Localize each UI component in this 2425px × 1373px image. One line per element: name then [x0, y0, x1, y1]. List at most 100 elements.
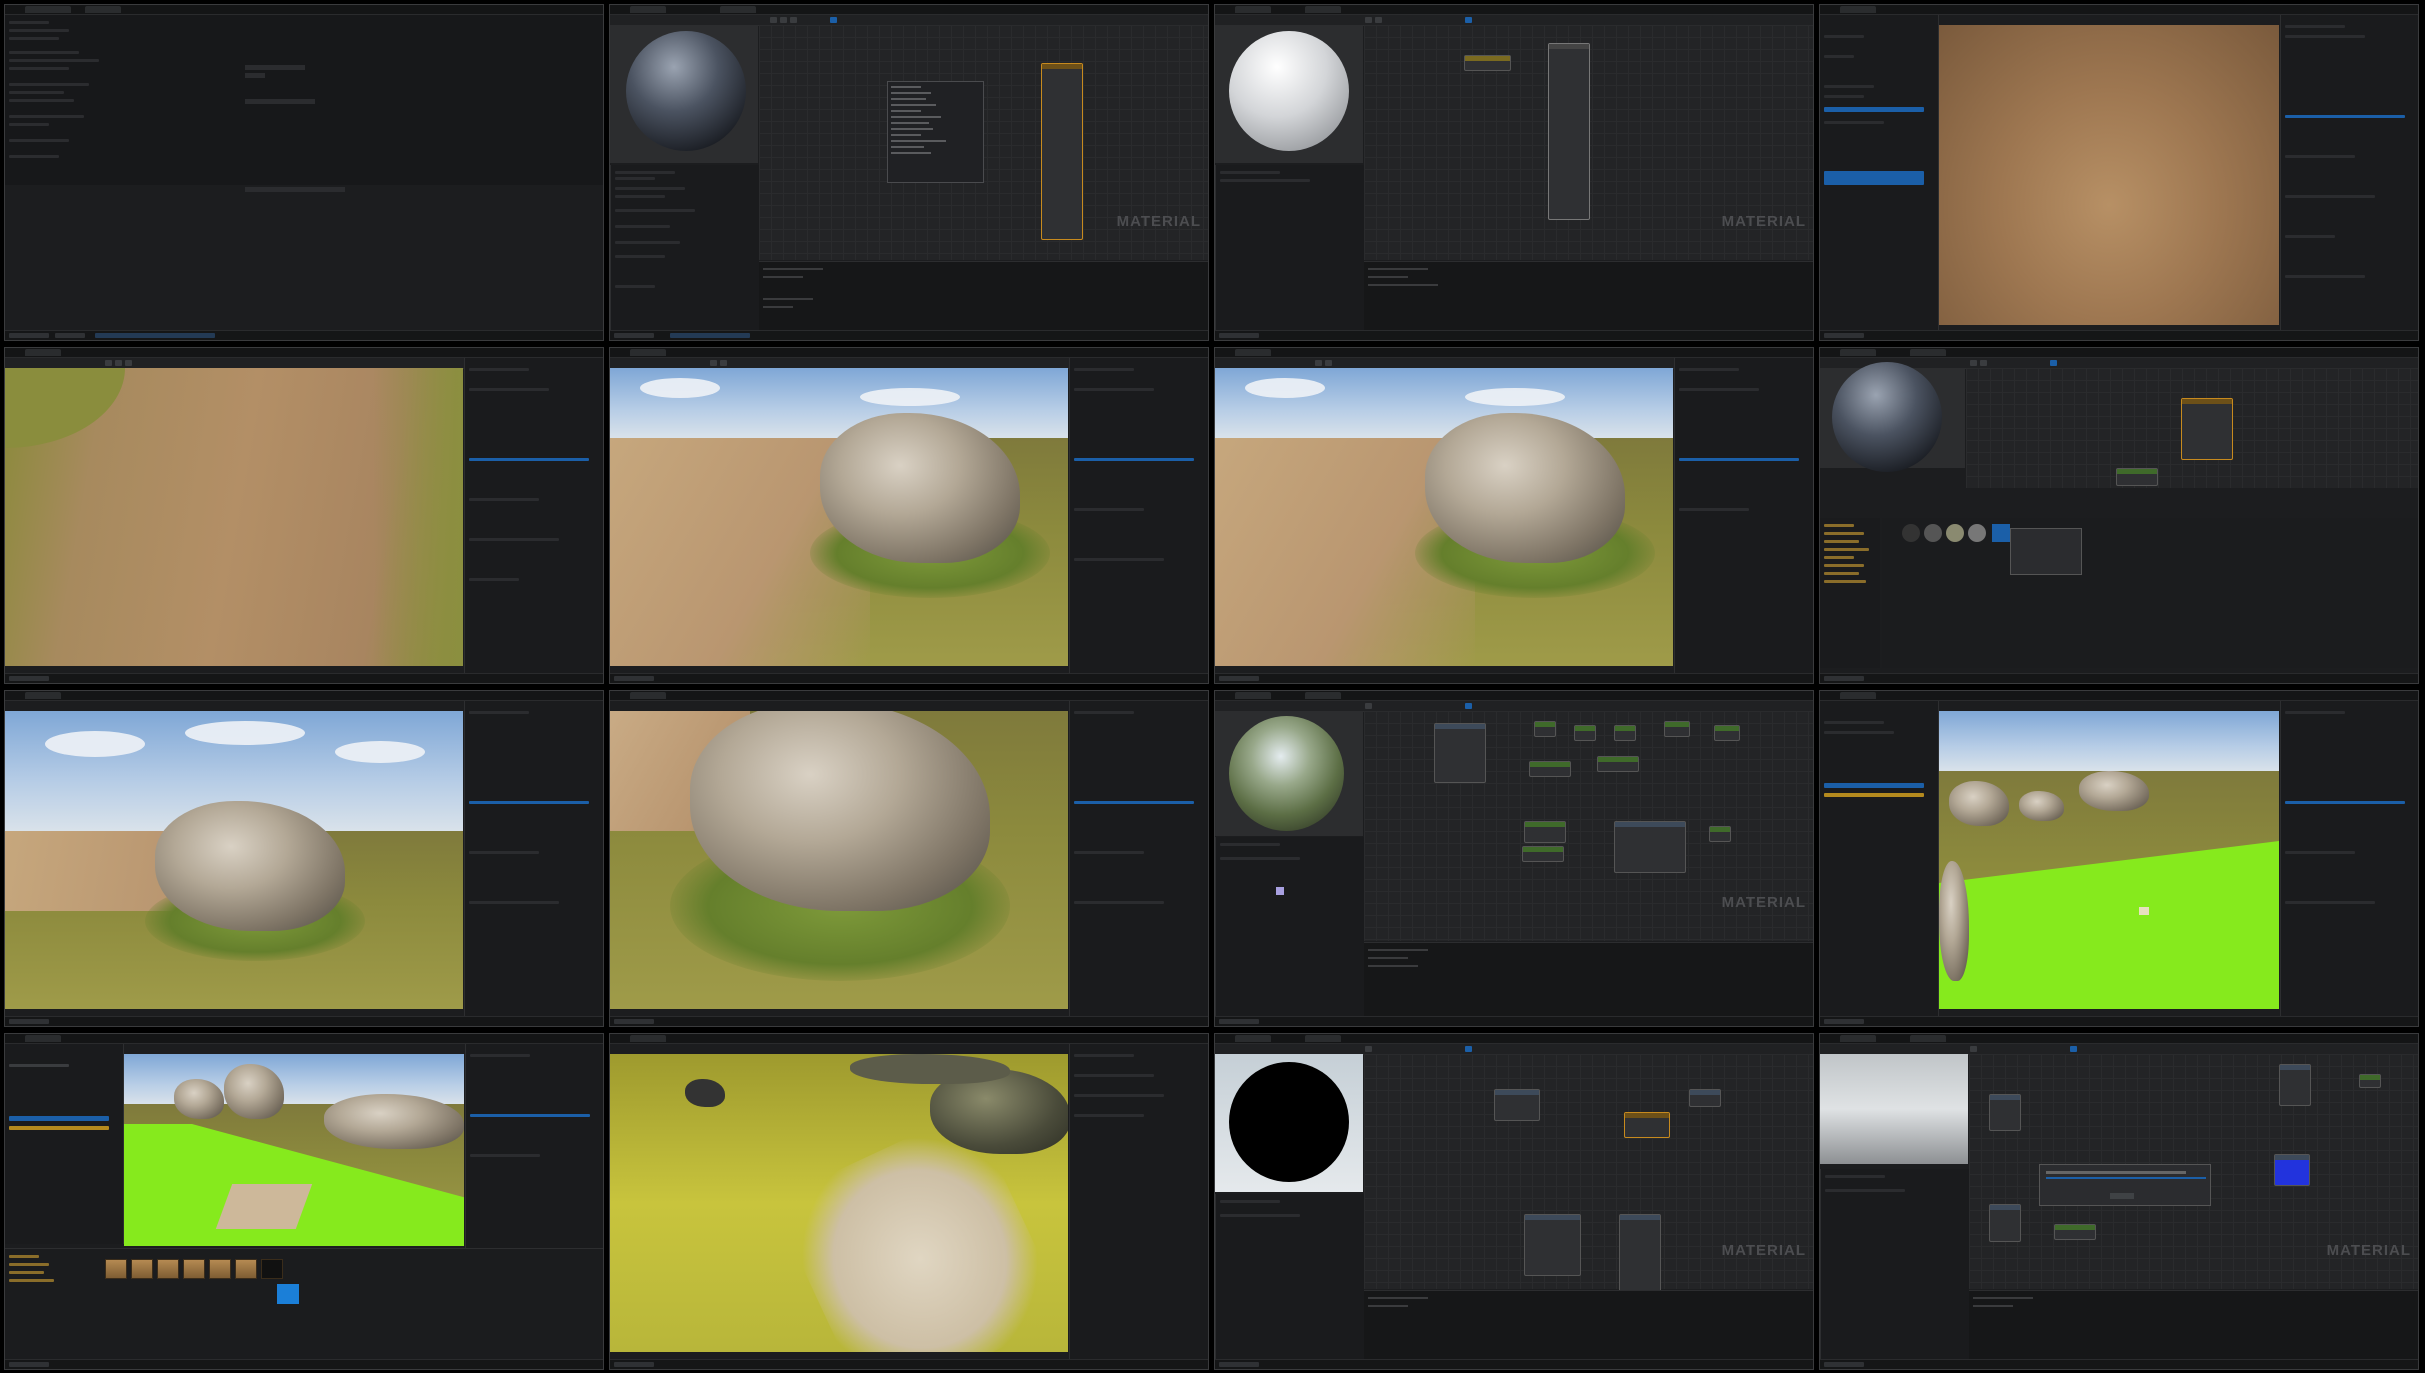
tile-material-editor: MATERIAL [1214, 1033, 1814, 1370]
material-graph[interactable]: MATERIAL [759, 25, 1208, 260]
settings-row [9, 155, 59, 158]
title-bar [1820, 1034, 2418, 1044]
material-graph[interactable]: MATERIAL [1364, 25, 1813, 260]
material-result-node[interactable] [1548, 43, 1590, 220]
selected-row[interactable] [2285, 115, 2405, 118]
selected-asset[interactable] [1992, 524, 2010, 542]
material-graph[interactable] [1966, 368, 2418, 488]
color-swatch[interactable] [1276, 887, 1284, 895]
tile-landscape-paint [4, 1033, 604, 1370]
settings-row [9, 139, 69, 142]
content-browser[interactable] [5, 1248, 603, 1361]
title-bar [610, 691, 1208, 701]
details-panel [1215, 837, 1364, 1017]
status-bar [1820, 1359, 2418, 1369]
parameter-node[interactable] [1494, 1089, 1540, 1121]
status-bar [1215, 1016, 1813, 1026]
stats-panel [1364, 1290, 1813, 1361]
function-node[interactable] [1524, 1214, 1581, 1276]
status-bar [610, 330, 1208, 340]
tab-level[interactable] [1235, 6, 1271, 13]
level-viewport[interactable] [5, 368, 463, 666]
tab-preferences[interactable] [25, 6, 71, 13]
preview-sphere [1229, 1062, 1349, 1182]
material-preview-viewport[interactable] [1820, 1054, 1968, 1164]
status-bar [610, 673, 1208, 683]
material-watermark: MATERIAL [1721, 213, 1806, 230]
dialog[interactable] [2039, 1164, 2211, 1206]
material-preview-viewport[interactable] [1215, 25, 1363, 163]
material-graph[interactable]: MATERIAL [1969, 1054, 2418, 1289]
tile-landscape-viewport [609, 347, 1209, 684]
level-viewport[interactable] [610, 368, 1068, 666]
details-panel [1069, 358, 1208, 675]
settings-row [9, 83, 89, 86]
parameter-node[interactable] [1434, 723, 1486, 783]
tile-landscape-viewport [609, 1033, 1209, 1370]
folder-tree[interactable] [1820, 518, 1880, 668]
level-viewport[interactable] [1939, 711, 2279, 1009]
status-bar [1820, 673, 2418, 683]
selected-layer-row[interactable] [1824, 107, 1924, 112]
content-browser[interactable] [1882, 518, 2418, 668]
texture-sample-node[interactable] [2279, 1064, 2311, 1106]
asset-thumbnail[interactable] [261, 1259, 283, 1279]
asset-thumbnail[interactable] [157, 1259, 179, 1279]
selected-layer-row[interactable] [9, 1116, 109, 1121]
tile-landscape-viewport [4, 347, 604, 684]
material-result-node[interactable] [2181, 398, 2233, 460]
settings-row [9, 67, 69, 70]
tab-secondary[interactable] [85, 6, 121, 13]
level-viewport[interactable] [1939, 25, 2279, 325]
status-bar [1215, 330, 1813, 340]
math-node[interactable] [1534, 721, 1556, 737]
tile-landscape-viewport [1214, 347, 1814, 684]
preview-sphere [1832, 362, 1942, 472]
asset-thumbnail[interactable] [235, 1259, 257, 1279]
level-viewport[interactable] [1215, 368, 1673, 666]
texture-sample-node[interactable] [1989, 1204, 2021, 1242]
material-preview-viewport[interactable] [1215, 1054, 1363, 1192]
number-field[interactable] [245, 73, 265, 78]
level-viewport[interactable] [124, 1054, 464, 1246]
material-preview-viewport[interactable] [610, 25, 758, 163]
material-graph[interactable]: MATERIAL [1364, 711, 1813, 941]
title-bar [1820, 691, 2418, 701]
texture-sample-node[interactable] [1989, 1094, 2021, 1131]
selected-layer-row[interactable] [1824, 783, 1924, 788]
number-field[interactable] [245, 187, 345, 192]
level-viewport[interactable] [5, 711, 463, 1009]
dropdown-field[interactable] [245, 99, 315, 104]
level-viewport[interactable] [610, 711, 1068, 1009]
tab-material[interactable] [720, 6, 756, 13]
material-result-node[interactable] [1041, 63, 1083, 240]
rock[interactable] [690, 711, 990, 911]
landscape-mode-panel [1820, 15, 1939, 332]
asset-thumbnail[interactable] [105, 1259, 127, 1279]
details-panel [464, 358, 603, 675]
material-graph[interactable]: MATERIAL [1364, 1054, 1813, 1306]
asset-thumbnail[interactable] [131, 1259, 153, 1279]
material-watermark: MATERIAL [1721, 1242, 1806, 1259]
context-menu[interactable] [887, 81, 984, 183]
texture-node[interactable] [2116, 468, 2158, 486]
material-preview-viewport[interactable] [1820, 362, 1965, 472]
material-watermark: MATERIAL [2326, 1242, 2411, 1259]
dropdown-field[interactable] [245, 65, 305, 70]
texture-sample-node[interactable] [2274, 1154, 2310, 1186]
texture-node[interactable] [1464, 55, 1511, 71]
material-preview-viewport[interactable] [1215, 711, 1363, 836]
settings-row [9, 115, 84, 118]
tab-level[interactable] [630, 6, 666, 13]
function-node[interactable] [1614, 821, 1686, 873]
asset-thumbnail[interactable] [183, 1259, 205, 1279]
dialog-button[interactable] [2110, 1193, 2134, 1199]
selected-layer-row[interactable] [1824, 171, 1924, 185]
selected-asset[interactable] [277, 1284, 299, 1304]
asset-thumbnail[interactable] [209, 1259, 231, 1279]
level-viewport[interactable] [610, 1054, 1068, 1352]
status-bar [5, 330, 603, 340]
tab-material[interactable] [1305, 6, 1341, 13]
status-bar [1215, 1359, 1813, 1369]
details-panel [1215, 1194, 1364, 1362]
